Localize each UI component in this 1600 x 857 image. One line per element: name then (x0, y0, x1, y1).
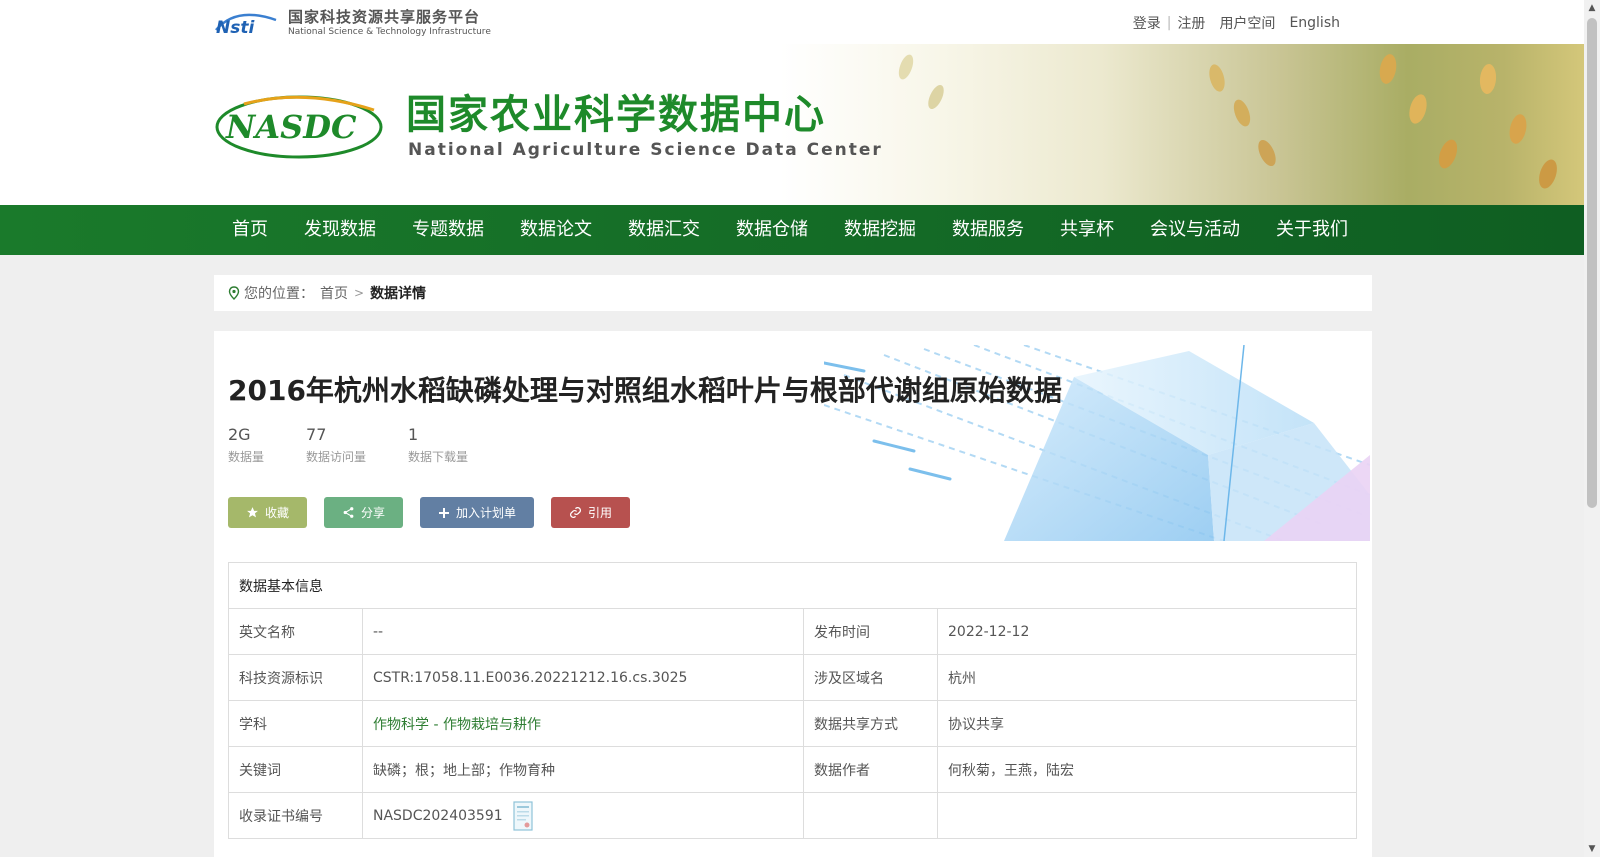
stat-downloads: 1 数据下载量 (408, 425, 468, 465)
stat-label: 数据下载量 (408, 450, 469, 464)
dataset-title: 2016年杭州水稻缺磷处理与对照组水稻叶片与根部代谢组原始数据 (228, 374, 1062, 407)
nav-item-events[interactable]: 会议与活动 (1132, 205, 1258, 255)
table-row: 收录证书编号 NASDC202403591 (228, 792, 1357, 839)
resource-id-value: CSTR:17058.11.E0036.20221212.16.cs.3025 (362, 654, 804, 701)
table-row: 英文名称 -- 发布时间 2022-12-12 (228, 608, 1357, 655)
stat-value: 2G (228, 425, 251, 444)
add-to-plan-label: 加入计划单 (456, 506, 517, 520)
breadcrumb-separator: > (354, 286, 365, 300)
breadcrumb: 您的位置： 首页 > 数据详情 (214, 275, 1372, 311)
table-row: 数据基本信息 (228, 562, 1357, 609)
site-banner: NASDC 国家农业科学数据中心 National Agriculture Sc… (0, 44, 1584, 205)
certificate-number-cell: NASDC202403591 (362, 792, 804, 839)
top-utility-bar: Nsti 国家科技资源共享服务平台 National Science & Tec… (0, 0, 1584, 44)
stat-visits: 77 数据访问量 (306, 425, 366, 465)
english-name-value: -- (362, 608, 804, 655)
table-heading: 数据基本信息 (228, 562, 1357, 609)
nav-item-data-papers[interactable]: 数据论文 (502, 205, 610, 255)
stat-value: 77 (306, 425, 327, 444)
authors-label: 数据作者 (803, 746, 938, 793)
cite-button[interactable]: 引用 (551, 497, 631, 528)
plus-icon (439, 507, 450, 518)
stat-label: 数据访问量 (306, 450, 367, 464)
region-value: 杭州 (937, 654, 1357, 701)
platform-name-en: National Science & Technology Infrastruc… (288, 26, 491, 37)
favorite-label: 收藏 (265, 506, 290, 520)
sharing-method-label: 数据共享方式 (803, 700, 938, 747)
resource-id-label: 科技资源标识 (228, 654, 363, 701)
scrollbar-thumb[interactable] (1587, 18, 1597, 508)
sharing-method-value: 协议共享 (937, 700, 1357, 747)
basic-info-table: 数据基本信息 英文名称 -- 发布时间 2022-12-12 科技资源标识 CS… (228, 562, 1357, 839)
certificate-number-label: 收录证书编号 (228, 792, 363, 839)
nav-item-about-us[interactable]: 关于我们 (1258, 205, 1366, 255)
dataset-detail-panel: 2016年杭州水稻缺磷处理与对照组水稻叶片与根部代谢组原始数据 2G 数据量 7… (214, 331, 1372, 857)
stat-value: 1 (408, 425, 419, 444)
subject-link[interactable]: 作物科学 - 作物栽培与耕作 (362, 700, 804, 747)
breadcrumb-home-link[interactable]: 首页 (320, 283, 348, 303)
nsti-logo-mark: Nsti (215, 13, 277, 36)
main-nav: 首页 发现数据 专题数据 数据论文 数据汇交 数据仓储 数据挖掘 数据服务 共享… (0, 205, 1584, 255)
english-name-label: 英文名称 (228, 608, 363, 655)
stat-label: 数据量 (228, 450, 265, 464)
share-label: 分享 (361, 506, 386, 520)
action-buttons: 收藏 分享 加入计划单 引用 (228, 497, 647, 528)
user-space-link[interactable]: 用户空间 (1219, 13, 1275, 33)
svg-text:NASDC: NASDC (225, 108, 357, 146)
keywords-value: 缺磷；根；地上部；作物育种 (362, 746, 804, 793)
empty-cell (937, 792, 1357, 839)
keywords-label: 关键词 (228, 746, 363, 793)
certificate-number-value: NASDC202403591 (373, 807, 503, 824)
top-links: 登录 | 注册 用户空间 English (1133, 13, 1340, 33)
rice-background-image (780, 44, 1584, 205)
table-row: 关键词 缺磷；根；地上部；作物育种 数据作者 何秋菊，王燕，陆宏 (228, 746, 1357, 793)
empty-cell (803, 792, 938, 839)
table-row: 科技资源标识 CSTR:17058.11.E0036.20221212.16.c… (228, 654, 1357, 701)
nav-item-topic-data[interactable]: 专题数据 (394, 205, 502, 255)
nav-item-data-submission[interactable]: 数据汇交 (610, 205, 718, 255)
authors-value: 何秋菊，王燕，陆宏 (937, 746, 1357, 793)
share-icon (343, 507, 354, 518)
star-icon (247, 507, 258, 518)
certificate-icon[interactable] (513, 800, 533, 831)
breadcrumb-current: 数据详情 (370, 286, 427, 302)
breadcrumb-prefix: 您的位置： (244, 286, 314, 302)
share-button[interactable]: 分享 (324, 497, 404, 528)
add-to-plan-button[interactable]: 加入计划单 (420, 497, 535, 528)
login-link[interactable]: 登录 (1133, 13, 1161, 33)
nav-item-home[interactable]: 首页 (214, 205, 286, 255)
nav-item-discover-data[interactable]: 发现数据 (286, 205, 394, 255)
nav-item-data-repository[interactable]: 数据仓储 (718, 205, 826, 255)
center-title-en: National Agriculture Science Data Center (408, 140, 883, 160)
dataset-stats: 2G 数据量 77 数据访问量 1 数据下载量 (228, 425, 510, 465)
nav-item-data-mining[interactable]: 数据挖掘 (826, 205, 934, 255)
subject-label: 学科 (228, 700, 363, 747)
nav-item-data-services[interactable]: 数据服务 (934, 205, 1042, 255)
stat-data-volume: 2G 数据量 (228, 425, 264, 465)
nsti-logo[interactable]: Nsti 国家科技资源共享服务平台 National Science & Tec… (214, 8, 491, 38)
link-icon (570, 507, 582, 518)
nav-item-sharing-cup[interactable]: 共享杯 (1042, 205, 1132, 255)
location-pin-icon (228, 286, 240, 300)
publish-time-label: 发布时间 (803, 608, 938, 655)
register-link[interactable]: 注册 (1177, 13, 1205, 33)
publish-time-value: 2022-12-12 (937, 608, 1357, 655)
svg-text:Nsti: Nsti (216, 18, 255, 36)
english-link[interactable]: English (1289, 15, 1340, 31)
nasdc-logo[interactable]: NASDC (214, 94, 384, 160)
platform-name-cn: 国家科技资源共享服务平台 (288, 7, 481, 26)
region-label: 涉及区域名 (803, 654, 938, 701)
cite-label: 引用 (588, 506, 613, 520)
favorite-button[interactable]: 收藏 (228, 497, 308, 528)
scroll-up-arrow-icon[interactable]: ▲ (1584, 0, 1600, 16)
page-scrollbar[interactable]: ▲ ▼ (1584, 0, 1600, 857)
link-divider: | (1166, 15, 1172, 31)
center-title-cn: 国家农业科学数据中心 (406, 92, 826, 138)
table-row: 学科 作物科学 - 作物栽培与耕作 数据共享方式 协议共享 (228, 700, 1357, 747)
scroll-down-arrow-icon[interactable]: ▼ (1584, 841, 1600, 857)
